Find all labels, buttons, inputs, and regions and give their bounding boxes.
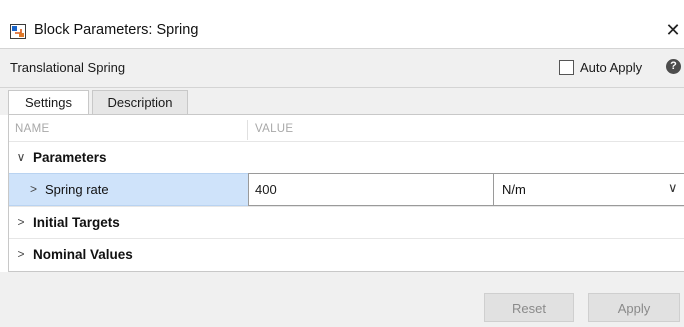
unit-value: N/m <box>502 182 526 197</box>
chevron-down-icon: ∨ <box>668 180 678 195</box>
close-icon: ✕ <box>665 20 681 40</box>
block-type-label: Translational Spring <box>10 60 126 75</box>
button-bar: Reset Apply <box>0 272 684 327</box>
block-parameters-dialog: Block Parameters: Spring ✕ Translational… <box>0 0 684 327</box>
apply-button[interactable]: Apply <box>588 293 680 322</box>
column-header-value: VALUE <box>255 123 294 135</box>
auto-apply-checkbox[interactable] <box>559 60 574 75</box>
close-button[interactable]: ✕ <box>663 20 683 40</box>
block-header: Translational Spring Auto Apply ? <box>0 48 684 88</box>
group-label: Parameters <box>33 150 107 165</box>
auto-apply-label[interactable]: Auto Apply <box>580 60 642 75</box>
spring-rate-unit-select[interactable]: N/m ∨ <box>494 173 684 206</box>
group-row-parameters[interactable]: ∨ Parameters <box>9 141 684 174</box>
spring-rate-value-input[interactable]: 400 <box>248 173 494 206</box>
tab-settings[interactable]: Settings <box>8 90 89 114</box>
group-label: Initial Targets <box>33 215 120 230</box>
param-label: Spring rate <box>45 182 109 197</box>
group-row-initial-targets[interactable]: > Initial Targets <box>9 206 684 239</box>
group-row-nominal-values[interactable]: > Nominal Values <box>9 238 684 271</box>
window-title: Block Parameters: Spring <box>34 22 199 38</box>
column-divider <box>247 120 248 140</box>
param-name-cell[interactable]: > Spring rate <box>9 173 248 206</box>
chevron-down-icon[interactable]: ∨ <box>14 150 28 164</box>
tab-bar: Settings Description <box>0 88 684 115</box>
chevron-right-icon[interactable]: > <box>14 215 28 229</box>
group-label: Nominal Values <box>33 247 133 262</box>
param-row-spring-rate: > Spring rate 400 N/m ∨ <box>9 173 684 206</box>
column-header-name: NAME <box>15 123 50 135</box>
help-icon[interactable]: ? <box>666 59 681 74</box>
tab-description[interactable]: Description <box>92 90 188 114</box>
chevron-right-icon[interactable]: > <box>30 182 37 196</box>
parameters-table: NAME VALUE ∨ Parameters > Spring rate 40… <box>8 114 684 272</box>
block-parameters-icon <box>10 24 26 39</box>
chevron-right-icon[interactable]: > <box>14 247 28 261</box>
title-bar: Block Parameters: Spring ✕ <box>0 0 684 46</box>
reset-button[interactable]: Reset <box>484 293 574 322</box>
